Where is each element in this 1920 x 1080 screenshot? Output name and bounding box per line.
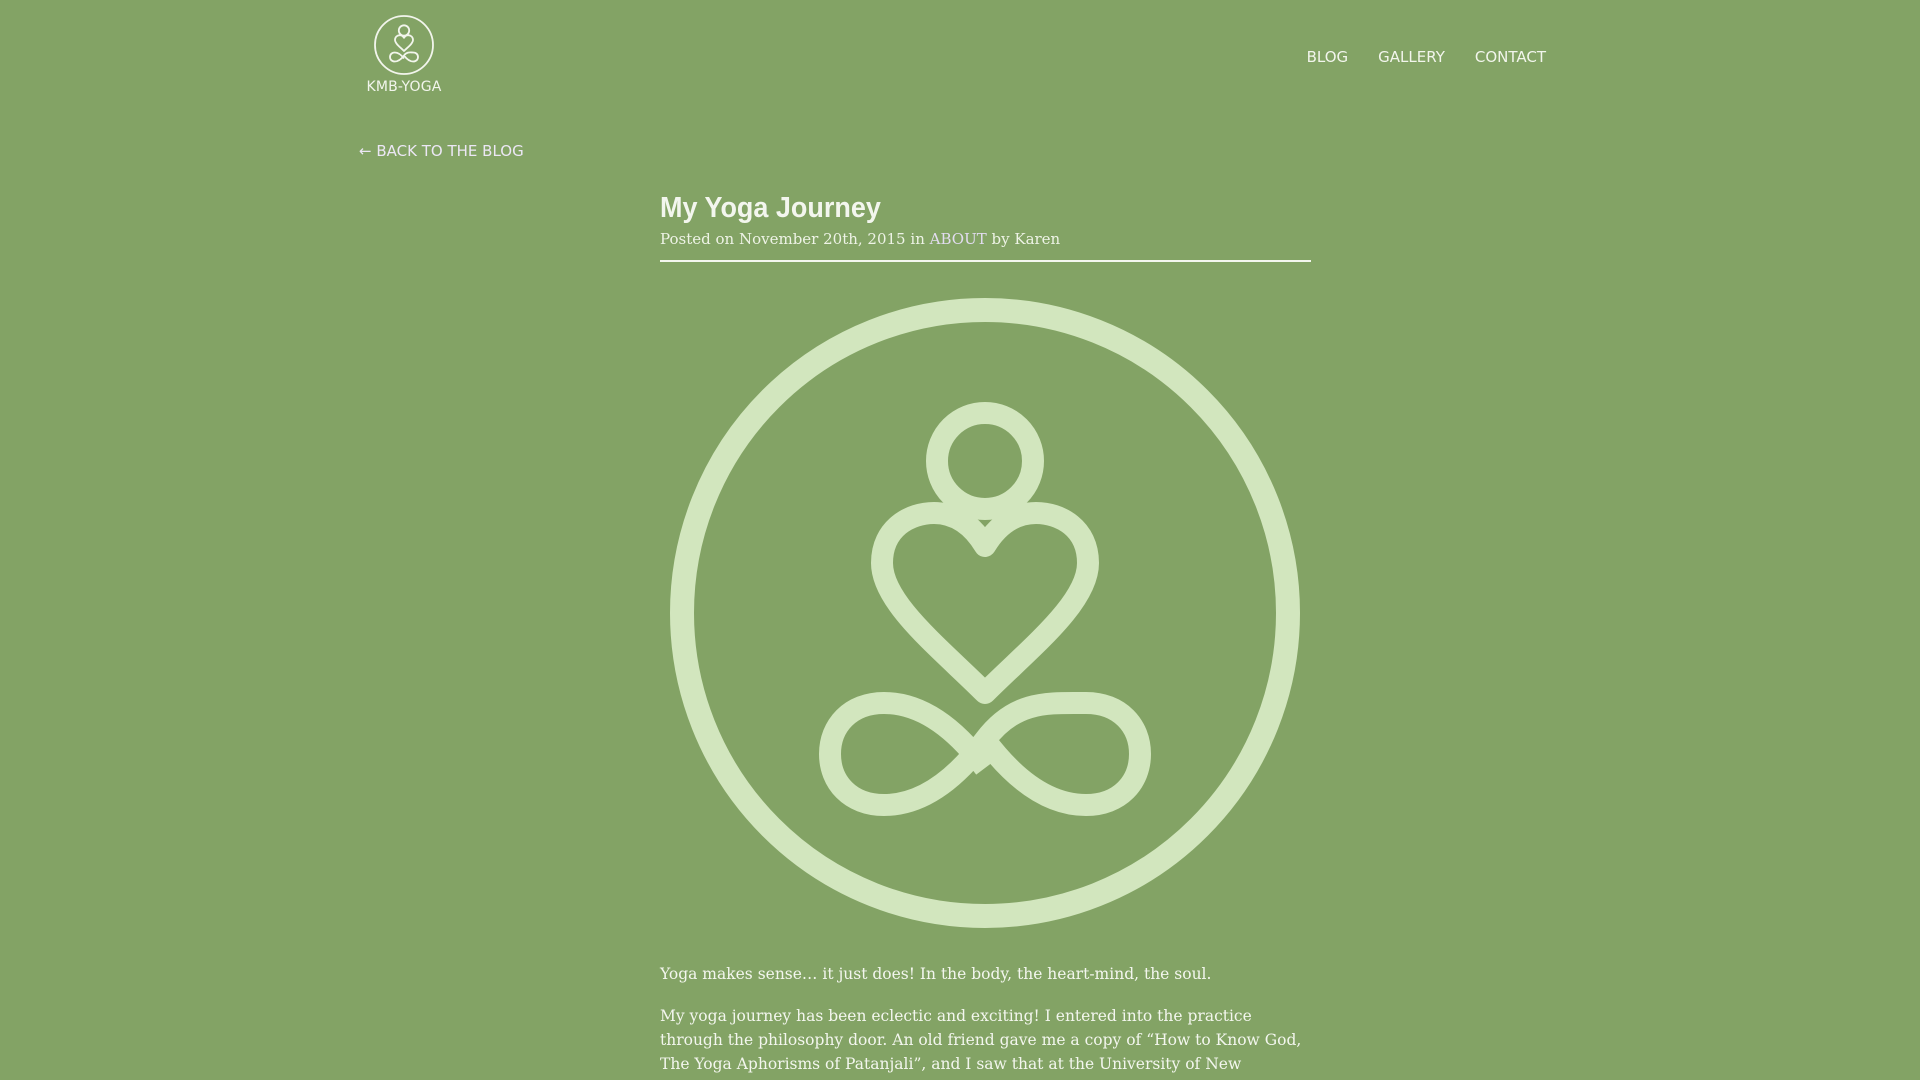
- nav-blog-link[interactable]: BLOG: [1307, 48, 1349, 66]
- post-meta: Posted on November 20th, 2015 in ABOUT b…: [660, 228, 1311, 262]
- main-nav: BLOG GALLERY CONTACT: [1307, 48, 1546, 66]
- meditation-logo-icon: [374, 15, 434, 75]
- page: KMB-YOGA BLOG GALLERY CONTACT ← BACK TO …: [0, 0, 1920, 1080]
- by-word: by: [991, 230, 1010, 248]
- post-paragraph: Yoga makes sense… it just does! In the b…: [660, 965, 1212, 983]
- back-to-blog-link[interactable]: ← BACK TO THE BLOG: [359, 142, 524, 160]
- posted-on-prefix: Posted on: [660, 230, 735, 248]
- nav-gallery-link[interactable]: GALLERY: [1378, 48, 1445, 66]
- meditation-figure-icon: [670, 298, 1300, 928]
- post-paragraph: My yoga journey has been eclectic and ex…: [660, 1007, 1302, 1073]
- back-to-blog-label: BACK TO THE BLOG: [376, 142, 524, 160]
- brand-name: KMB-YOGA: [366, 79, 442, 95]
- brand-logo-link[interactable]: KMB-YOGA: [359, 14, 449, 95]
- in-word: in: [910, 230, 925, 248]
- post-author: Karen: [1014, 230, 1061, 248]
- blog-post: My Yoga Journey Posted on November 20th,…: [660, 188, 1311, 1080]
- nav-contact-link[interactable]: CONTACT: [1475, 48, 1546, 66]
- left-arrow-icon: ←: [359, 142, 372, 160]
- post-date: November 20th, 2015: [738, 230, 906, 248]
- post-title: My Yoga Journey: [660, 192, 881, 224]
- post-body: Yoga makes sense… it just does! In the b…: [660, 962, 1311, 1076]
- post-category-link[interactable]: ABOUT: [930, 230, 987, 248]
